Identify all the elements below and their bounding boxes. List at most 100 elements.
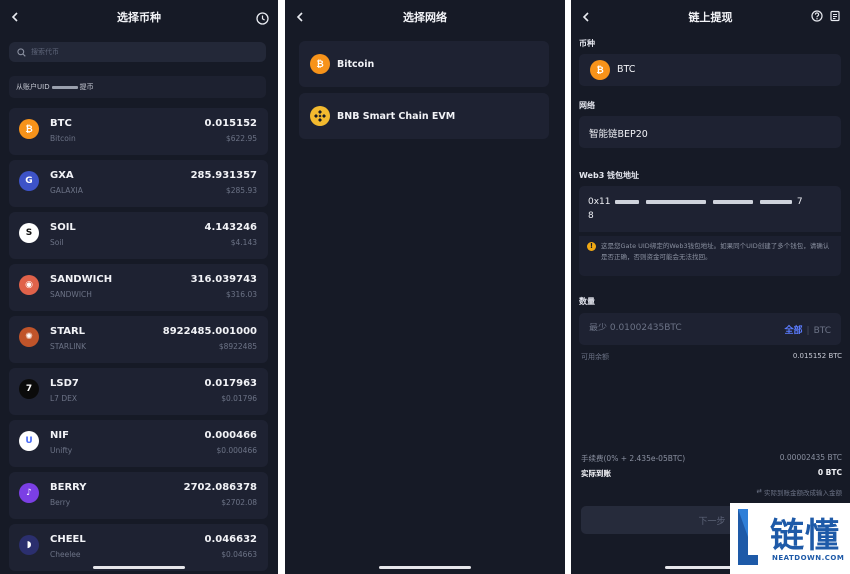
from-account-suffix: 提币: [79, 83, 94, 91]
coin-value: $4.143: [230, 238, 257, 247]
coin-row-berry[interactable]: ♪ BERRY Berry 2702.086378 $2702.08: [9, 472, 268, 519]
bitcoin-icon: ₿: [310, 54, 330, 74]
warning-text: 这是您Gate UID绑定的Web3钱包地址。如果同个UID创建了多个钱包，请确…: [601, 242, 830, 261]
from-account-banner: 从账户UID 提币: [9, 76, 266, 98]
switch-note: 实际到账金额改成输入金额: [764, 489, 842, 497]
page-title: 链上提现: [688, 11, 733, 24]
coin-name: GALAXIA: [50, 186, 83, 195]
coin-selector[interactable]: ₿ BTC: [579, 54, 841, 86]
home-indicator: [93, 566, 185, 569]
watermark-cn: 链懂: [770, 516, 840, 556]
help-icon[interactable]: [811, 10, 823, 22]
watermark-en: NEATDOWN.COM: [772, 554, 845, 562]
header-actions: [811, 10, 841, 22]
swap-icon: ⇄: [756, 487, 764, 495]
select-network-screen: 选择网络 ₿ Bitcoin BNB Smart Chain EVM: [285, 0, 565, 574]
address-field[interactable]: 0x11 7 8: [579, 186, 841, 232]
quantity-actions: 全部 | BTC: [785, 323, 832, 336]
sandwich-icon: ◉: [19, 275, 39, 295]
coin-symbol: BTC: [50, 118, 72, 129]
coin-row-lsd7[interactable]: 7 LSD7 L7 DEX 0.017963 $0.01796: [9, 368, 268, 415]
top-bar: 选择网络: [285, 0, 565, 34]
address-label: Web3 钱包地址: [579, 171, 640, 180]
masked-address: [760, 199, 793, 204]
fee-row: 手续费(0% + 2.435e-05BTC) 0.00002435 BTC: [581, 453, 842, 464]
soil-icon: S: [19, 223, 39, 243]
galaxia-icon: G: [19, 171, 39, 191]
search-input[interactable]: [31, 48, 231, 56]
coin-name: Cheelee: [50, 550, 81, 559]
coin-name: Bitcoin: [50, 134, 76, 143]
coin-amount: 2702.086378: [183, 482, 257, 493]
network-option-bnb[interactable]: BNB Smart Chain EVM: [299, 93, 549, 139]
coin-row-sandwich[interactable]: ◉ SANDWICH SANDWICH 316.039743 $316.03: [9, 264, 268, 311]
masked-uid: [51, 85, 78, 89]
coin-name: Soil: [50, 238, 64, 247]
all-button[interactable]: 全部: [785, 326, 803, 336]
bitcoin-icon: ₿: [590, 60, 610, 80]
l7-icon: 7: [19, 379, 39, 399]
watermark-logo: 链懂 NEATDOWN.COM: [730, 503, 850, 574]
network-value: 智能链BEP20: [589, 129, 648, 140]
coin-row-gxa[interactable]: G GXA GALAXIA 285.931357 $285.93: [9, 160, 268, 207]
coin-amount: 0.000466: [204, 430, 257, 441]
clock-icon: [256, 12, 269, 25]
cheelee-icon: ◗: [19, 535, 39, 555]
coin-row-cheel[interactable]: ◗ CHEEL Cheelee 0.046632 $0.04663: [9, 524, 268, 571]
coin-value: $0.04663: [221, 550, 257, 559]
quantity-label: 数量: [579, 297, 595, 306]
network-option-bitcoin[interactable]: ₿ Bitcoin: [299, 41, 549, 87]
back-button[interactable]: [579, 9, 593, 25]
quantity-field: 全部|BTC: [579, 313, 841, 345]
unit-label: BTC: [813, 326, 831, 336]
quantity-input[interactable]: [589, 323, 759, 333]
onchain-withdraw-screen: 链上提现 币种 ₿ BTC 网络 智能链BEP20 Web3 钱包地址 0x11…: [571, 0, 850, 574]
coin-value: $0.01796: [221, 394, 257, 403]
switch-note-row[interactable]: ⇄ 实际到账金额改成输入金额: [581, 487, 842, 497]
search-icon: [17, 47, 26, 57]
back-button[interactable]: [293, 9, 307, 25]
fee-label: 手续费(0% + 2.435e-05BTC): [581, 454, 686, 463]
coin-amount: 0.046632: [204, 534, 257, 545]
network-label: 网络: [579, 101, 595, 110]
divider: |: [806, 326, 810, 336]
coin-symbol: BERRY: [50, 482, 87, 493]
coin-row-soil[interactable]: S SOIL Soil 4.143246 $4.143: [9, 212, 268, 259]
coin-row-starl[interactable]: ✺ STARL STARLINK 8922485.001000 $8922485: [9, 316, 268, 363]
coin-list: ₿ BTC Bitcoin 0.015152 $622.95 G GXA GALAXIA 285…: [9, 108, 268, 574]
available-row: 可用余额 0.015152 BTC: [581, 352, 842, 362]
coin-symbol: STARL: [50, 326, 86, 337]
coin-row-btc[interactable]: ₿ BTC Bitcoin 0.015152 $622.95: [9, 108, 268, 155]
records-icon[interactable]: [829, 10, 841, 22]
coin-symbol: NIF: [50, 430, 69, 441]
history-button[interactable]: [256, 10, 269, 29]
available-label: 可用余额: [581, 353, 609, 361]
coin-row-nif[interactable]: U NIF Unifty 0.000466 $0.000466: [9, 420, 268, 467]
starlink-icon: ✺: [19, 327, 39, 347]
back-button[interactable]: [8, 9, 22, 25]
masked-address: [646, 199, 707, 204]
coin-amount: 316.039743: [190, 274, 257, 285]
fee-value: 0.00002435 BTC: [779, 453, 842, 462]
available-value: 0.015152 BTC: [792, 352, 842, 360]
warning-icon: !: [587, 242, 596, 251]
search-bar: [9, 42, 266, 62]
coin-name: Berry: [50, 498, 71, 507]
address-start: 0x11: [588, 197, 611, 207]
neatdown-logo-icon: [738, 509, 758, 565]
coin-value: $285.93: [225, 186, 257, 195]
coin-symbol: CHEEL: [50, 534, 86, 545]
address-tail: 7: [796, 197, 803, 207]
coin-symbol: SANDWICH: [50, 274, 113, 285]
coin-amount: 285.931357: [190, 170, 257, 181]
network-selector[interactable]: 智能链BEP20: [579, 116, 841, 148]
bitcoin-icon: ₿: [19, 119, 39, 139]
coin-name: Unifty: [50, 446, 73, 455]
top-bar: 选择币种: [0, 0, 278, 34]
coin-amount: 8922485.001000: [162, 326, 257, 337]
coin-label: 币种: [579, 39, 595, 48]
network-label: Bitcoin: [337, 58, 375, 70]
coin-value: $2702.08: [221, 498, 257, 507]
bnb-icon: [310, 106, 330, 126]
coin-value: $316.03: [225, 290, 257, 299]
